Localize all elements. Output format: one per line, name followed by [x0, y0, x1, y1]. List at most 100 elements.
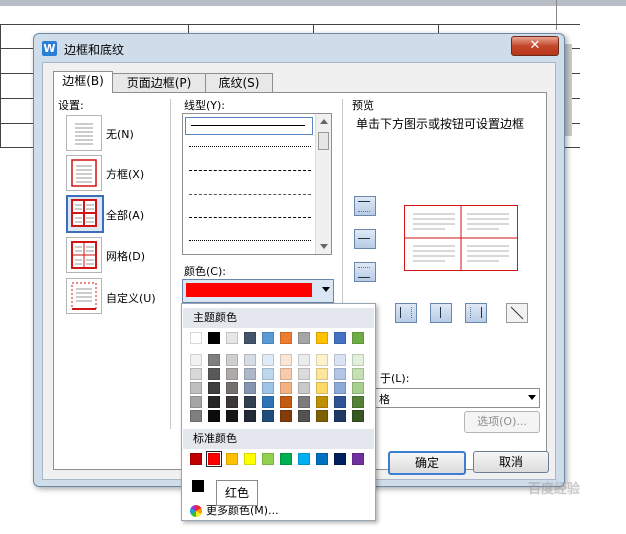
- setting-grid-label[interactable]: 网格(D): [106, 248, 145, 264]
- setting-all-label[interactable]: 全部(A): [106, 207, 144, 223]
- shade-color-swatch[interactable]: [280, 382, 292, 394]
- shade-color-swatch[interactable]: [226, 354, 238, 366]
- shade-color-swatch[interactable]: [280, 354, 292, 366]
- shade-color-swatch[interactable]: [208, 410, 220, 422]
- shade-color-swatch[interactable]: [244, 368, 256, 380]
- left-border-button[interactable]: [395, 303, 417, 323]
- shade-color-swatch[interactable]: [190, 410, 202, 422]
- shade-color-swatch[interactable]: [262, 354, 274, 366]
- line-style-dashed[interactable]: [189, 170, 311, 171]
- standard-color-swatch[interactable]: [352, 453, 364, 465]
- shade-color-swatch[interactable]: [280, 368, 292, 380]
- shade-color-swatch[interactable]: [352, 368, 364, 380]
- border-preview[interactable]: [404, 205, 518, 271]
- scroll-thumb[interactable]: [318, 132, 329, 150]
- shade-color-swatch[interactable]: [208, 396, 220, 408]
- shade-color-swatch[interactable]: [244, 354, 256, 366]
- line-style-dash-dot[interactable]: [189, 194, 311, 195]
- standard-color-swatch[interactable]: [280, 453, 292, 465]
- shade-color-swatch[interactable]: [262, 396, 274, 408]
- shade-color-swatch[interactable]: [262, 368, 274, 380]
- theme-color-swatch[interactable]: [280, 332, 292, 344]
- shade-color-swatch[interactable]: [208, 382, 220, 394]
- tab-shading[interactable]: 底纹(S): [205, 73, 273, 92]
- standard-color-swatch[interactable]: [244, 453, 256, 465]
- shade-color-swatch[interactable]: [316, 410, 328, 422]
- shade-color-swatch[interactable]: [244, 382, 256, 394]
- inside-horizontal-border-button[interactable]: [354, 229, 376, 249]
- shade-color-swatch[interactable]: [226, 382, 238, 394]
- scroll-up-icon[interactable]: [320, 119, 328, 124]
- shade-color-swatch[interactable]: [190, 396, 202, 408]
- theme-color-swatch[interactable]: [244, 332, 256, 344]
- shade-color-swatch[interactable]: [298, 354, 310, 366]
- line-style-dash-dot-dot[interactable]: [189, 240, 311, 241]
- recent-color-swatch[interactable]: [192, 480, 204, 492]
- inside-vertical-border-button[interactable]: [430, 303, 452, 323]
- theme-color-swatch[interactable]: [226, 332, 238, 344]
- standard-color-swatch[interactable]: [334, 453, 346, 465]
- ok-button[interactable]: 确定: [388, 451, 466, 475]
- close-button[interactable]: ✕: [511, 36, 559, 56]
- theme-color-swatch[interactable]: [316, 332, 328, 344]
- bottom-border-button[interactable]: [354, 262, 376, 282]
- setting-box-icon[interactable]: [66, 155, 102, 191]
- setting-all-icon[interactable]: [66, 195, 104, 233]
- theme-color-swatch[interactable]: [262, 332, 274, 344]
- shade-color-swatch[interactable]: [352, 410, 364, 422]
- cancel-button[interactable]: 取消: [473, 451, 549, 473]
- theme-color-swatch[interactable]: [208, 332, 220, 344]
- tab-page-borders[interactable]: 页面边框(P): [112, 73, 206, 92]
- shade-color-swatch[interactable]: [244, 410, 256, 422]
- line-style-long-dash[interactable]: [189, 217, 311, 218]
- shade-color-swatch[interactable]: [280, 396, 292, 408]
- shade-color-swatch[interactable]: [280, 410, 292, 422]
- shade-color-swatch[interactable]: [316, 382, 328, 394]
- diagonal-border-button[interactable]: [506, 303, 528, 323]
- setting-grid-icon[interactable]: [66, 237, 102, 273]
- shade-color-swatch[interactable]: [208, 368, 220, 380]
- shade-color-swatch[interactable]: [298, 368, 310, 380]
- setting-custom-label[interactable]: 自定义(U): [106, 290, 156, 306]
- options-button[interactable]: 选项(O)...: [464, 411, 540, 433]
- shade-color-swatch[interactable]: [298, 410, 310, 422]
- shade-color-swatch[interactable]: [298, 382, 310, 394]
- theme-color-swatch[interactable]: [190, 332, 202, 344]
- shade-color-swatch[interactable]: [298, 396, 310, 408]
- shade-color-swatch[interactable]: [244, 396, 256, 408]
- setting-none-label[interactable]: 无(N): [106, 126, 134, 142]
- shade-color-swatch[interactable]: [190, 368, 202, 380]
- shade-color-swatch[interactable]: [352, 396, 364, 408]
- setting-custom-icon[interactable]: [66, 278, 102, 314]
- standard-color-swatch[interactable]: [262, 453, 274, 465]
- shade-color-swatch[interactable]: [316, 354, 328, 366]
- setting-box-label[interactable]: 方框(X): [106, 166, 144, 182]
- standard-color-swatch[interactable]: [190, 453, 202, 465]
- theme-color-swatch[interactable]: [334, 332, 346, 344]
- line-style-scrollbar[interactable]: [315, 114, 331, 254]
- standard-color-swatch[interactable]: [208, 453, 220, 465]
- shade-color-swatch[interactable]: [226, 368, 238, 380]
- shade-color-swatch[interactable]: [352, 354, 364, 366]
- standard-color-swatch[interactable]: [316, 453, 328, 465]
- apply-to-dropdown[interactable]: 格: [350, 388, 540, 408]
- color-dropdown[interactable]: [182, 279, 334, 303]
- tab-borders[interactable]: 边框(B): [53, 71, 113, 93]
- shade-color-swatch[interactable]: [262, 382, 274, 394]
- shade-color-swatch[interactable]: [208, 354, 220, 366]
- theme-color-swatch[interactable]: [352, 332, 364, 344]
- shade-color-swatch[interactable]: [352, 382, 364, 394]
- shade-color-swatch[interactable]: [226, 410, 238, 422]
- line-style-list[interactable]: [182, 113, 332, 255]
- shade-color-swatch[interactable]: [334, 382, 346, 394]
- shade-color-swatch[interactable]: [316, 368, 328, 380]
- scroll-down-icon[interactable]: [320, 244, 328, 249]
- shade-color-swatch[interactable]: [334, 368, 346, 380]
- shade-color-swatch[interactable]: [334, 396, 346, 408]
- shade-color-swatch[interactable]: [226, 396, 238, 408]
- shade-color-swatch[interactable]: [334, 410, 346, 422]
- shade-color-swatch[interactable]: [190, 382, 202, 394]
- shade-color-swatch[interactable]: [316, 396, 328, 408]
- right-border-button[interactable]: [465, 303, 487, 323]
- top-border-button[interactable]: [354, 196, 376, 216]
